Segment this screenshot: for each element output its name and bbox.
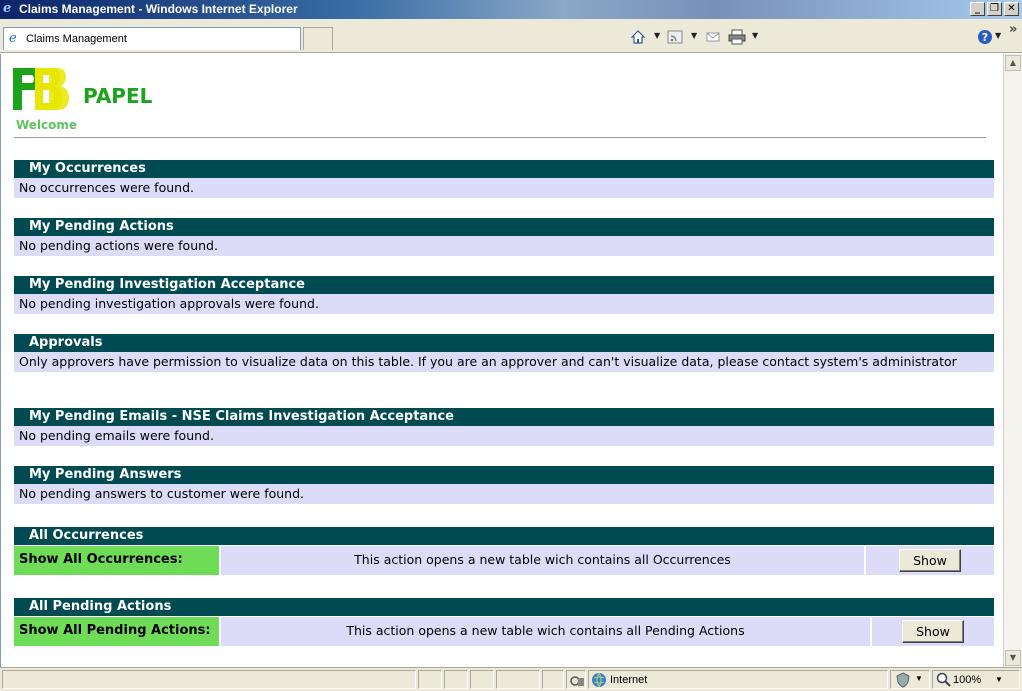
zone-label: Internet [610,674,648,686]
status-bar: Internet ▼ 100% ▼ [0,667,1022,691]
show-all-pending-actions-button[interactable]: Show [902,620,964,643]
section-title: All Occurrences [14,527,994,545]
section-message: No occurrences were found. [14,178,994,199]
section-title: My Occurrences [14,160,994,178]
globe-icon [592,672,606,688]
shield-icon [896,672,910,688]
section-message: No pending actions were found. [14,236,994,257]
action-row: Show All Occurrences: This action opens … [14,545,994,575]
scroll-down-arrow-icon[interactable]: ▼ [1005,650,1021,666]
protected-mode-dropdown-icon[interactable]: ▼ [915,674,923,683]
section-approvals: Approvals Only approvers have permission… [14,334,994,373]
section-title: Approvals [14,334,994,352]
help-icon[interactable]: ? [977,29,993,47]
browser-toolbar: e Claims Management ▼ ▼ ▼ ? ▼ » [0,19,1022,53]
section-pending-answers: My Pending Answers No pending answers to… [14,466,994,505]
vertical-scrollbar[interactable]: ▲ ▼ [1003,54,1022,667]
show-all-occurrences-button[interactable]: Show [899,549,961,572]
section-my-occurrences: My Occurrences No occurrences were found… [14,160,994,199]
action-description: This action opens a new table wich conta… [221,617,872,646]
action-cell: Show [872,617,994,646]
welcome-text: Welcome [16,118,78,132]
security-icon [570,676,584,686]
section-message: No pending investigation approvals were … [14,294,994,315]
section-message: No pending answers to customer were foun… [14,484,994,505]
tab-claims-management[interactable]: e Claims Management [3,27,301,50]
print-dropdown-icon[interactable]: ▼ [752,31,758,40]
section-title: All Pending Actions [14,598,994,616]
tab-label: Claims Management [26,33,127,45]
status-cell [418,670,442,689]
feeds-icon[interactable] [667,29,683,47]
window-title: Claims Management - Windows Internet Exp… [19,2,298,16]
status-text-cell [2,670,416,689]
company-logo [13,66,73,112]
restore-button[interactable]: ❐ [987,2,1002,16]
minimize-button[interactable]: _ [970,2,985,16]
print-icon[interactable] [728,29,746,47]
page-content: PAPEL Welcome My Occurrences No occurren… [0,54,1003,667]
status-cell [542,670,564,689]
window-title-bar: e Claims Management - Windows Internet E… [0,0,1022,19]
action-cell: Show [866,546,994,575]
section-pending-emails: My Pending Emails - NSE Claims Investiga… [14,408,994,447]
brand-name: PAPEL [83,84,153,108]
action-label: Show All Pending Actions: [14,617,221,646]
status-cell [444,670,468,689]
zoom-cell[interactable]: 100% ▼ [932,670,1020,689]
header-divider [14,137,986,138]
status-cell [470,670,494,689]
section-my-pending-actions: My Pending Actions No pending actions we… [14,218,994,257]
help-dropdown-icon[interactable]: ▼ [995,31,1001,40]
section-all-pending-actions: All Pending Actions Show All Pending Act… [14,598,994,646]
scroll-up-arrow-icon[interactable]: ▲ [1005,55,1021,71]
section-all-occurrences: All Occurrences Show All Occurrences: Th… [14,527,994,575]
section-pending-investigation: My Pending Investigation Acceptance No p… [14,276,994,315]
section-title: My Pending Investigation Acceptance [14,276,994,294]
zoom-icon [936,672,951,687]
new-tab-button[interactable] [303,27,333,50]
action-label: Show All Occurrences: [14,546,221,575]
feeds-dropdown-icon[interactable]: ▼ [691,31,697,40]
svg-text:?: ? [982,31,988,44]
section-title: My Pending Answers [14,466,994,484]
action-row: Show All Pending Actions: This action op… [14,616,994,646]
section-title: My Pending Emails - NSE Claims Investiga… [14,408,994,426]
home-dropdown-icon[interactable]: ▼ [654,31,660,40]
close-button[interactable]: ✕ [1004,2,1019,16]
section-title: My Pending Actions [14,218,994,236]
ie-logo-icon: e [3,1,12,16]
zoom-level: 100% [953,674,982,686]
mail-icon[interactable] [705,29,721,47]
action-description: This action opens a new table wich conta… [221,546,866,575]
status-cell [496,670,540,689]
toolbar-chevron-icon[interactable]: » [1009,21,1017,39]
section-message: Only approvers have permission to visual… [14,352,994,373]
security-status-cell[interactable] [566,670,586,689]
zoom-dropdown-icon[interactable]: ▼ [995,675,1003,684]
protected-mode-cell[interactable]: ▼ [890,670,930,689]
zone-cell: Internet [588,670,888,689]
home-icon[interactable] [630,29,646,47]
ie-tab-icon: e [9,31,17,46]
section-message: No pending emails were found. [14,426,994,447]
